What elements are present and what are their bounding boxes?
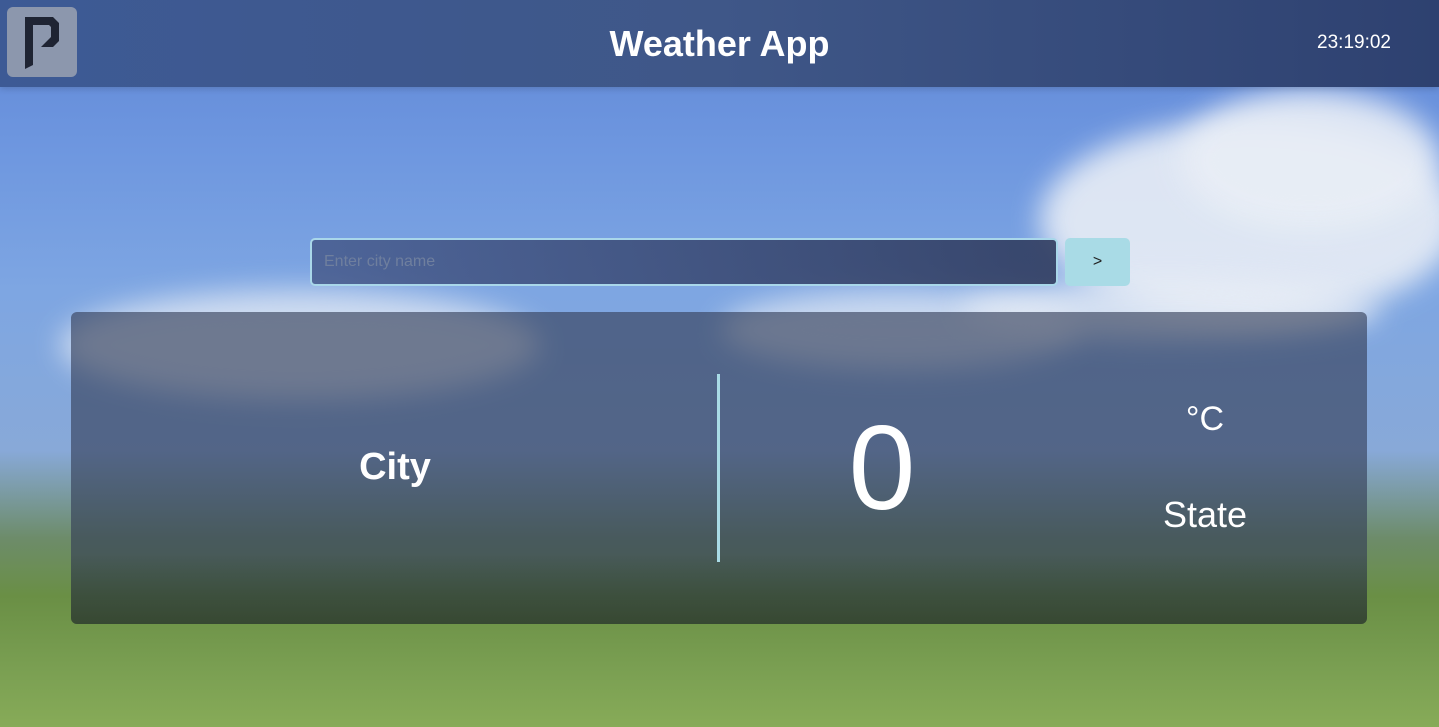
weather-state: State <box>1162 494 1248 535</box>
temperature-unit: °C <box>1185 400 1225 438</box>
clock: 23:19:02 <box>1317 32 1391 53</box>
city-search-input[interactable] <box>310 238 1058 286</box>
city-name: City <box>359 446 431 488</box>
card-shade <box>71 554 1367 624</box>
logo-icon[interactable] <box>7 7 77 77</box>
search-button[interactable]: > <box>1065 238 1130 286</box>
card-divider <box>717 374 720 562</box>
cloud <box>1180 90 1439 230</box>
logo-icon <box>25 17 59 69</box>
app-title: Weather App <box>609 23 830 64</box>
temperature-value: 0 <box>848 401 916 535</box>
app-header: Weather App 23:19:02 <box>0 0 1439 87</box>
